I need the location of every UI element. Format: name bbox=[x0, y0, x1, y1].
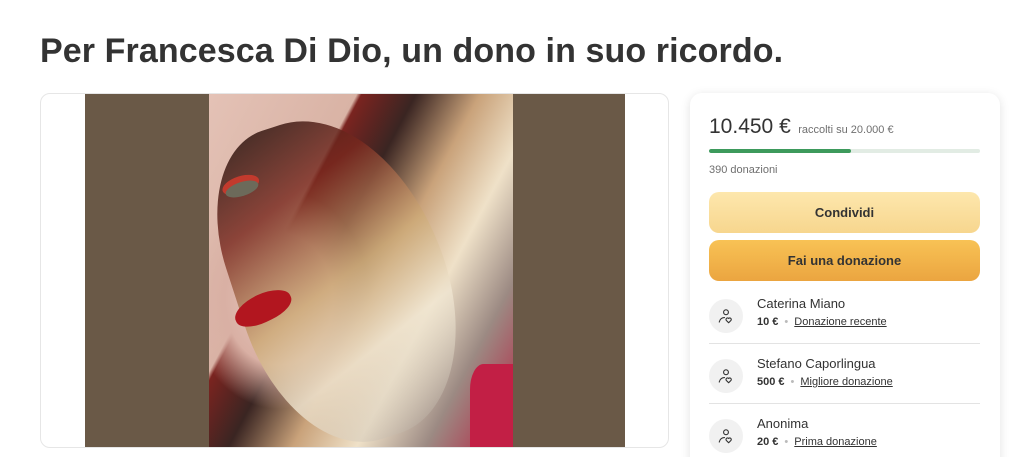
donor-item: Caterina Miano 10 € • Donazione recente bbox=[709, 292, 980, 344]
donor-tag-link[interactable]: Donazione recente bbox=[794, 316, 886, 328]
donor-meta: 500 € • Migliore donazione bbox=[757, 376, 893, 388]
donor-tag-link[interactable]: Prima donazione bbox=[794, 436, 877, 448]
raised-amount: 10.450 € bbox=[709, 115, 791, 138]
donor-name: Stefano Caporlingua bbox=[757, 356, 876, 371]
hand-heart-icon bbox=[709, 359, 743, 393]
hand-heart-icon bbox=[709, 419, 743, 453]
donate-button[interactable]: Fai una donazione bbox=[709, 240, 980, 281]
donor-meta: 10 € • Donazione recente bbox=[757, 316, 887, 328]
donor-amount: 10 € bbox=[757, 316, 779, 328]
hand-heart-icon bbox=[709, 299, 743, 333]
share-button[interactable]: Condividi bbox=[709, 192, 980, 233]
donor-meta: 20 € • Prima donazione bbox=[757, 436, 877, 448]
donor-name: Caterina Miano bbox=[757, 296, 846, 311]
separator-dot: • bbox=[790, 376, 795, 388]
progress-bar bbox=[709, 149, 980, 153]
donor-name: Anonima bbox=[757, 416, 809, 431]
donor-amount: 500 € bbox=[757, 376, 785, 388]
fundraiser-photo[interactable] bbox=[85, 94, 625, 447]
fundraiser-photo-frame bbox=[40, 93, 669, 448]
donor-item: Anonima 20 € • Prima donazione bbox=[709, 412, 980, 457]
goal-text: raccolti su 20.000 € bbox=[798, 124, 894, 136]
raised-summary: 10.450 € raccolti su 20.000 € bbox=[709, 115, 894, 139]
donation-panel: 10.450 € raccolti su 20.000 € 390 donazi… bbox=[690, 93, 1000, 457]
separator-dot: • bbox=[784, 316, 789, 328]
separator-dot: • bbox=[784, 436, 789, 448]
divider bbox=[709, 343, 980, 344]
donor-amount: 20 € bbox=[757, 436, 779, 448]
donor-tag-link[interactable]: Migliore donazione bbox=[800, 376, 892, 388]
progress-fill bbox=[709, 149, 851, 153]
page-title: Per Francesca Di Dio, un dono in suo ric… bbox=[40, 32, 784, 70]
divider bbox=[709, 403, 980, 404]
donor-item: Stefano Caporlingua 500 € • Migliore donaz… bbox=[709, 352, 980, 404]
donations-count: 390 donazioni bbox=[709, 164, 778, 176]
